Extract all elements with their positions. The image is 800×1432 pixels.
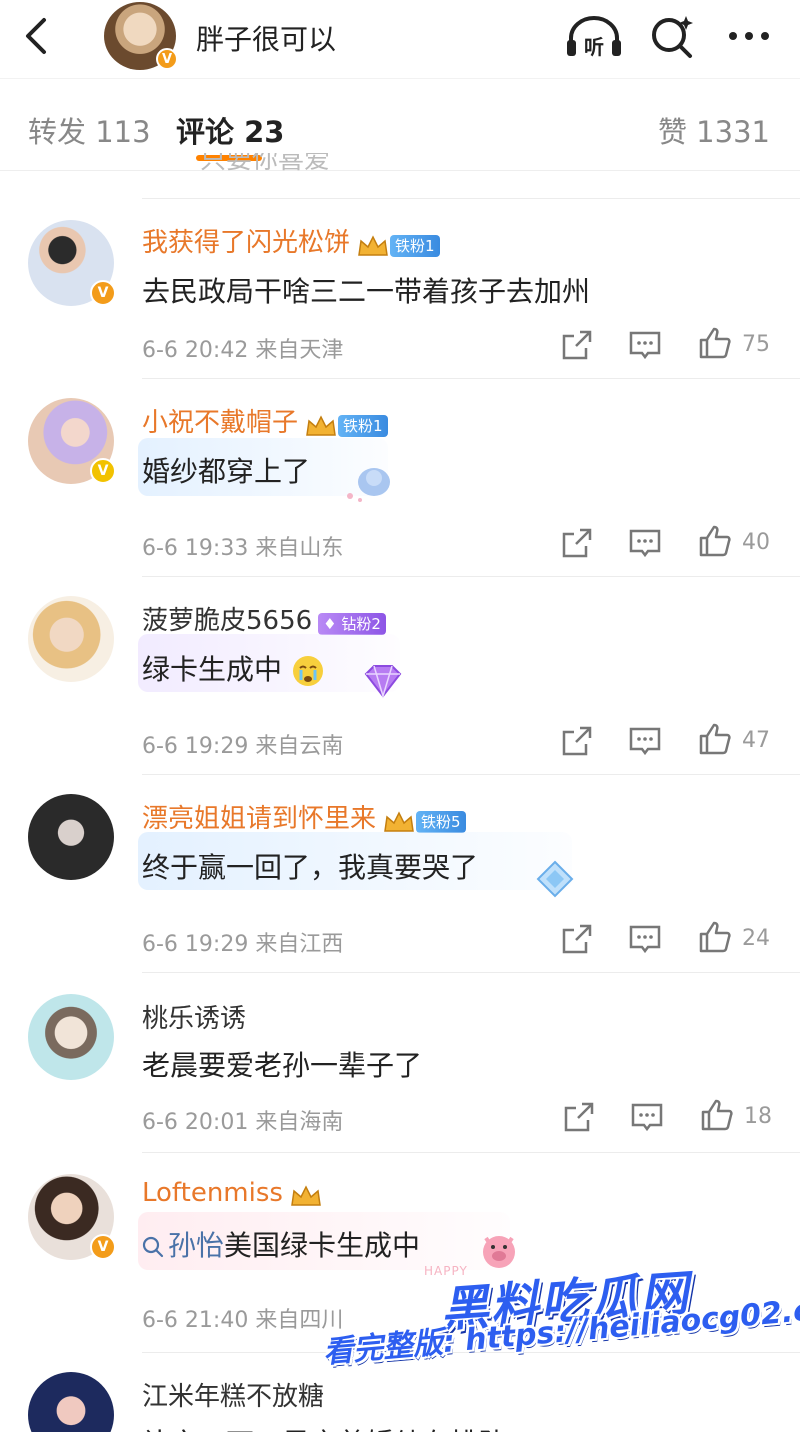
comment-text: 孙怡美国绿卡生成中	[142, 1224, 420, 1264]
tab-bar: 转发 113 评论 23 赞 1331	[0, 78, 800, 171]
comment-text: 老晨要爱老孙一辈子了	[142, 1049, 423, 1082]
divider	[142, 1152, 800, 1153]
crying-emoji-icon	[292, 656, 323, 686]
crown-icon	[291, 1185, 321, 1206]
comment-time: 6-6 19:29	[142, 932, 249, 957]
like-count: 18	[744, 1104, 772, 1129]
avatar[interactable]	[28, 596, 114, 682]
previous-comment-remnant: 只要你喜爱	[200, 153, 331, 173]
sticker-decoration-icon	[347, 468, 390, 502]
fan-badge: 铁粉1	[390, 235, 440, 257]
comment-username[interactable]: 桃乐诱诱	[142, 998, 246, 1035]
listen-headphones-icon[interactable]: 听	[565, 14, 623, 58]
comment-location: 来自海南	[255, 1110, 344, 1135]
like-count: 24	[742, 926, 770, 951]
comment-text: 婚纱都穿上了	[142, 455, 311, 488]
comment-item: V 我获得了闪光松饼 铁粉1 去民政局干啥三二一带着孩子去加州 6-6 20:4…	[0, 198, 800, 378]
divider	[0, 170, 800, 171]
top-bar: V 胖子很可以 听	[0, 0, 800, 78]
like-count: 75	[742, 332, 770, 357]
comment-text: 补充一下，是穿着婚纱在排队	[142, 1422, 506, 1432]
account-name[interactable]: 胖子很可以	[196, 18, 336, 58]
comment-location: 来自江西	[255, 932, 344, 957]
comment-time: 6-6 19:33	[142, 536, 249, 561]
verified-badge-icon: V	[90, 458, 116, 484]
comment-location: 来自云南	[255, 734, 344, 759]
comment-username[interactable]: 小祝不戴帽子 铁粉1	[142, 402, 388, 439]
more-options-icon[interactable]	[724, 18, 774, 54]
reply-icon[interactable]	[628, 724, 662, 758]
like-count: 40	[742, 530, 770, 555]
comment-location: 来自山东	[255, 536, 344, 561]
divider	[142, 198, 800, 199]
reply-icon[interactable]	[630, 1100, 664, 1134]
comment-item: 漂亮姐姐请到怀里来 铁粉5 终于赢一回了，我真要哭了 6-6 19:29 来自江…	[0, 774, 800, 972]
comment-time: 6-6 19:29	[142, 734, 249, 759]
back-arrow-icon[interactable]	[18, 14, 58, 58]
reply-icon[interactable]	[628, 526, 662, 560]
comment-meta: 6-6 19:29 来自江西	[142, 926, 343, 958]
avatar[interactable]	[28, 994, 114, 1080]
crystal-sticker-icon	[536, 860, 574, 898]
fan-badge: 铁粉1	[338, 415, 388, 437]
comment-item: V 小祝不戴帽子 铁粉1 婚纱都穿上了 6-6 19:33 来自山东 40	[0, 378, 800, 576]
verified-badge-icon: V	[90, 280, 116, 306]
share-icon[interactable]	[560, 526, 594, 560]
share-icon[interactable]	[560, 922, 594, 956]
tab-likes[interactable]: 赞 1331	[658, 109, 770, 151]
fan-badge: ♦ 钻粉2	[318, 613, 386, 635]
divider	[142, 972, 800, 973]
like-thumb-icon[interactable]	[698, 326, 732, 360]
comment-text: 绿卡生成中	[142, 648, 325, 688]
comment-username[interactable]: Loftenmiss	[142, 1178, 323, 1208]
topic-link[interactable]: 孙怡	[142, 1229, 224, 1262]
comment-item: 桃乐诱诱 老晨要爱老孙一辈子了 6-6 20:01 来自海南 18	[0, 972, 800, 1152]
account-avatar[interactable]: V	[104, 2, 178, 70]
comment-time: 6-6 20:42	[142, 338, 249, 363]
comment-item: 菠萝脆皮5656 ♦ 钻粉2 绿卡生成中 6-6 19:29 来自云南 47	[0, 576, 800, 774]
comment-username[interactable]: 我获得了闪光松饼 铁粉1	[142, 222, 440, 259]
avatar[interactable]: V	[28, 398, 116, 484]
comment-time: 6-6 20:01	[142, 1110, 249, 1135]
crown-icon	[358, 235, 388, 256]
reply-icon[interactable]	[628, 922, 662, 956]
divider	[142, 378, 800, 379]
like-thumb-icon[interactable]	[698, 524, 732, 558]
comment-meta: 6-6 19:33 来自山东	[142, 530, 343, 562]
avatar[interactable]: V	[28, 220, 116, 306]
crown-icon	[306, 415, 336, 436]
comment-location: 来自天津	[255, 338, 344, 363]
diamond-sticker-icon	[364, 665, 402, 699]
search-topic-icon	[142, 1236, 164, 1258]
reply-icon[interactable]	[628, 328, 662, 362]
comment-username[interactable]: 江米年糕不放糖	[142, 1376, 324, 1413]
tab-repost[interactable]: 转发 113	[28, 109, 151, 151]
comment-meta: 6-6 19:29 来自云南	[142, 728, 343, 760]
comment-meta: 6-6 21:40 来自四川	[142, 1302, 343, 1334]
avatar[interactable]	[28, 1372, 114, 1432]
like-thumb-icon[interactable]	[698, 920, 732, 954]
share-icon[interactable]	[560, 724, 594, 758]
comment-time: 6-6 21:40	[142, 1308, 249, 1333]
like-thumb-icon[interactable]	[700, 1098, 734, 1132]
avatar[interactable]: V	[28, 1174, 116, 1260]
comment-username[interactable]: 漂亮姐姐请到怀里来 铁粉5	[142, 798, 466, 835]
comment-meta: 6-6 20:42 来自天津	[142, 332, 343, 364]
verified-badge-icon: V	[156, 48, 178, 70]
comment-text: 去民政局干啥三二一带着孩子去加州	[142, 275, 591, 308]
comment-username[interactable]: 菠萝脆皮5656 ♦ 钻粉2	[142, 600, 386, 637]
search-icon[interactable]	[648, 12, 696, 60]
comment-text: 终于赢一回了，我真要哭了	[142, 851, 479, 884]
avatar[interactable]	[28, 794, 114, 880]
divider	[142, 774, 800, 775]
listen-label: 听	[584, 35, 604, 58]
divider	[142, 576, 800, 577]
share-icon[interactable]	[560, 328, 594, 362]
like-count: 47	[742, 728, 770, 753]
comment-meta: 6-6 20:01 来自海南	[142, 1104, 343, 1136]
like-thumb-icon[interactable]	[698, 722, 732, 756]
verified-badge-icon: V	[90, 1234, 116, 1260]
fan-badge: 铁粉5	[416, 811, 466, 833]
share-icon[interactable]	[562, 1100, 596, 1134]
